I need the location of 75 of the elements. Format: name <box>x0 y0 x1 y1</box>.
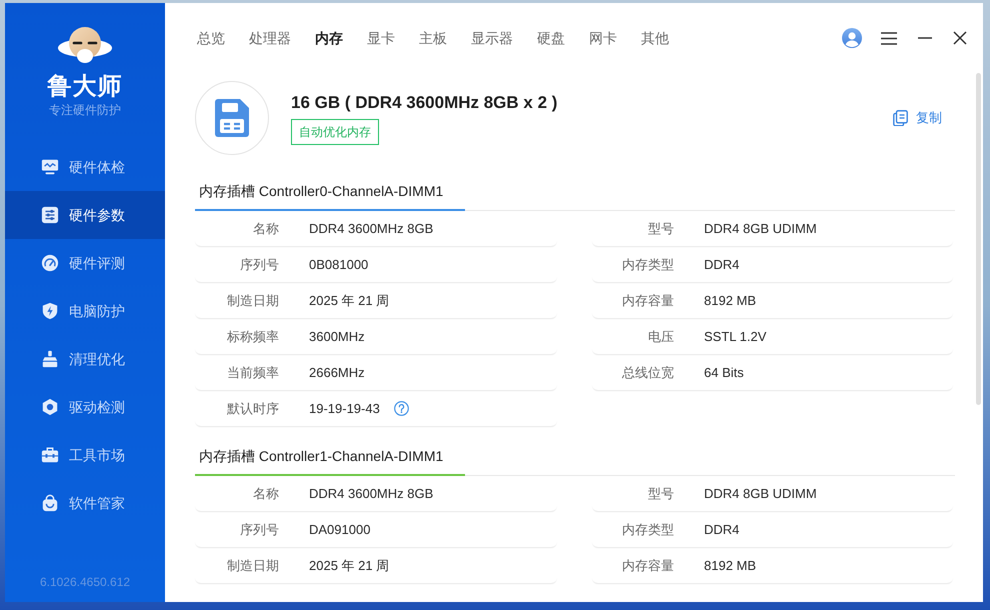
field-value: DDR4 <box>704 520 740 539</box>
field-label: 当前频率 <box>226 364 279 382</box>
minimize-icon[interactable] <box>918 37 932 39</box>
field-label: 名称 <box>252 220 279 238</box>
field-label: 默认时序 <box>226 400 279 418</box>
field-value: DDR4 8GB UDIMM <box>704 220 817 238</box>
field-value: DDR4 3600MHz 8GB <box>309 484 434 503</box>
tab[interactable]: 显示器 <box>471 28 513 48</box>
mascot-logo <box>57 25 113 65</box>
field-value: 19-19-19-43 <box>309 400 380 418</box>
menu-icon[interactable] <box>881 32 897 44</box>
field-value: 8192 MB <box>704 556 756 575</box>
sidebar-item[interactable]: 清理优化 <box>5 335 165 383</box>
field-value: SSTL 1.2V <box>704 328 766 346</box>
field-value: DDR4 <box>704 256 740 274</box>
field-label: 电压 <box>647 328 674 346</box>
field-label: 序列号 <box>239 256 279 274</box>
shield-icon <box>41 302 59 320</box>
field-value: 2666MHz <box>309 364 365 382</box>
tab[interactable]: 处理器 <box>249 28 291 48</box>
app-name: 鲁大师 <box>48 73 122 101</box>
sidebar-item[interactable]: 工具市场 <box>5 431 165 479</box>
field-label: 总线位宽 <box>621 364 674 382</box>
tab[interactable]: 显卡 <box>367 28 395 48</box>
sidebar-item[interactable]: 软件管家 <box>5 479 165 527</box>
close-icon[interactable] <box>953 31 967 45</box>
app-tagline: 专注硬件防护 <box>49 102 121 118</box>
field-value: DA091000 <box>309 520 370 539</box>
memory-summary-title: 16 GB ( DDR4 3600MHz 8GB x 2 ) <box>291 92 558 114</box>
toolbox-icon <box>41 446 59 464</box>
field-value: 64 Bits <box>704 364 744 382</box>
copy-button[interactable]: 复制 <box>893 108 942 128</box>
field-label: 序列号 <box>239 520 279 539</box>
sidebar-item[interactable]: 驱动检测 <box>5 383 165 431</box>
copy-icon <box>893 110 908 126</box>
tab[interactable]: 总览 <box>197 28 225 48</box>
sliders-icon <box>41 206 59 224</box>
field-value: 0B081000 <box>309 256 368 274</box>
sidebar-item[interactable]: 电脑防护 <box>5 287 165 335</box>
field-value: DDR4 3600MHz 8GB <box>309 220 434 238</box>
field-label: 内存容量 <box>621 556 674 575</box>
field-label: 内存容量 <box>621 292 674 310</box>
optimize-button[interactable]: 自动优化内存 <box>291 119 379 145</box>
tab[interactable]: 内存 <box>315 28 343 48</box>
user-avatar-icon[interactable] <box>842 28 862 48</box>
field-label: 型号 <box>647 484 674 503</box>
sidebar-item[interactable]: 硬件参数 <box>5 191 165 239</box>
tab[interactable]: 其他 <box>641 28 669 48</box>
field-label: 型号 <box>647 220 674 238</box>
gauge-icon <box>41 254 59 272</box>
field-value: 2025 年 21 周 <box>309 556 390 575</box>
field-label: 名称 <box>252 484 279 503</box>
bag-icon <box>41 494 59 512</box>
tab[interactable]: 硬盘 <box>537 28 565 48</box>
field-label: 内存类型 <box>621 256 674 274</box>
field-label: 制造日期 <box>226 556 279 575</box>
field-value: 2025 年 21 周 <box>309 292 390 310</box>
brush-icon <box>41 350 59 368</box>
scrollbar[interactable] <box>976 73 981 405</box>
tab[interactable]: 网卡 <box>589 28 617 48</box>
slot-title: 内存插槽 Controller0-ChannelA-DIMM1 <box>195 181 465 211</box>
help-icon[interactable] <box>394 401 409 416</box>
field-label: 标称频率 <box>226 328 279 346</box>
field-label: 内存类型 <box>621 520 674 539</box>
field-value: DDR4 8GB UDIMM <box>704 484 817 503</box>
slot-title: 内存插槽 Controller1-ChannelA-DIMM1 <box>195 446 465 476</box>
field-value: 8192 MB <box>704 292 756 310</box>
monitor-icon <box>41 158 59 176</box>
hex-nut-icon <box>41 398 59 416</box>
field-value: 3600MHz <box>309 328 365 346</box>
sidebar-item[interactable]: 硬件评测 <box>5 239 165 287</box>
sidebar-item[interactable]: 硬件体检 <box>5 143 165 191</box>
version-text: 6.1026.4650.612 <box>40 574 130 590</box>
field-label: 制造日期 <box>226 292 279 310</box>
tab[interactable]: 主板 <box>419 28 447 48</box>
